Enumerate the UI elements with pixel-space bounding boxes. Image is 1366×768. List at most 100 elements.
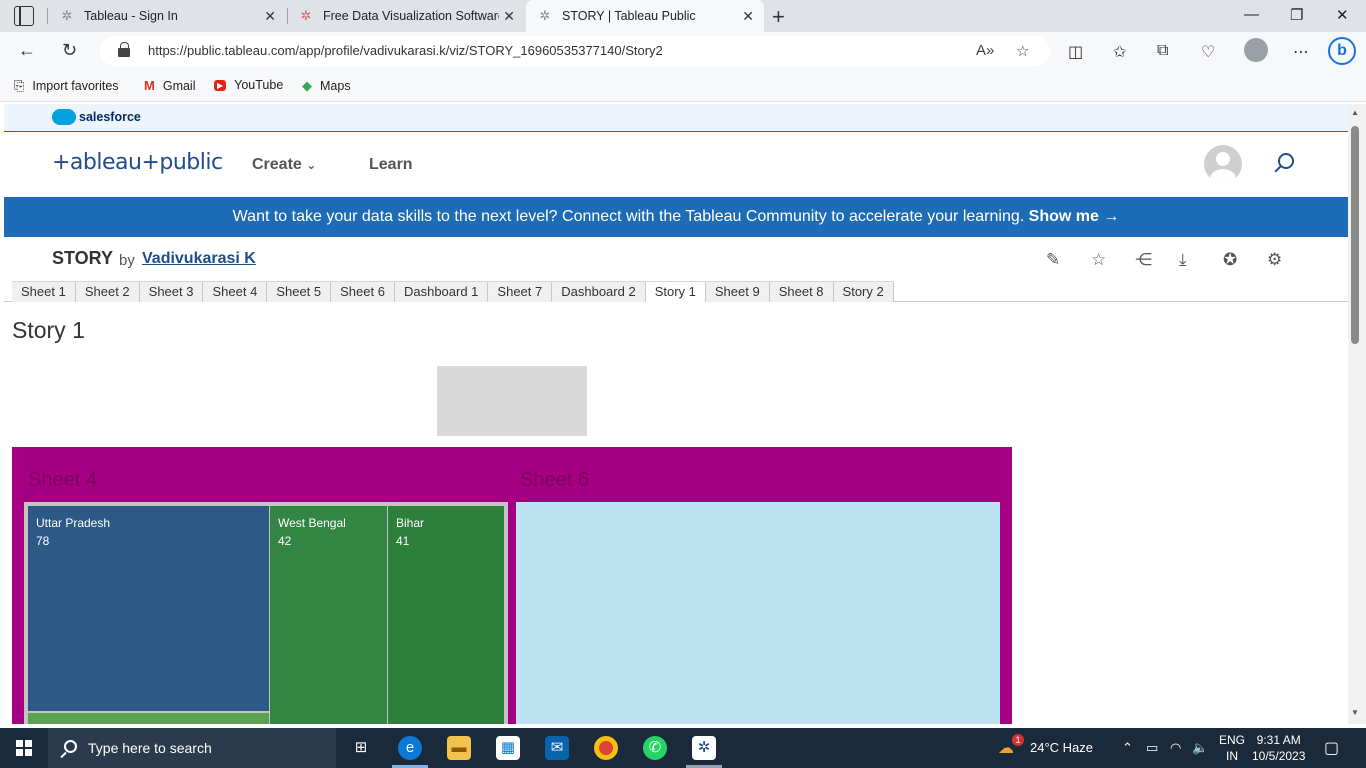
task-view-icon[interactable]: ⊞ [349, 736, 373, 760]
favorite-star-icon[interactable]: ☆ [1091, 250, 1106, 270]
clock-date: 10/5/2023 [1252, 749, 1306, 763]
author-link[interactable]: Vadivukarasi K [142, 250, 256, 268]
browser-tab-story-tableau-public[interactable]: ✲ STORY | Tableau Public ✕ [526, 0, 764, 32]
lock-icon[interactable] [118, 42, 130, 57]
scrollbar-thumb[interactable] [1351, 126, 1359, 344]
viz-of-the-day-icon[interactable]: ✪ [1223, 250, 1237, 270]
tableau-favicon-icon: ✲ [300, 8, 312, 23]
browser-tab-tableau-sign-in[interactable]: ✲ Tableau - Sign In ✕ [48, 0, 286, 32]
file-explorer-icon[interactable]: ▬ [447, 736, 471, 760]
tableau-app-icon[interactable]: ✲ [692, 736, 716, 760]
gmail-link[interactable]: M Gmail [144, 78, 196, 93]
tableau-public-logo[interactable]: +ableau+public [52, 150, 223, 175]
close-tab-icon[interactable]: ✕ [503, 8, 515, 25]
chrome-icon[interactable] [594, 736, 618, 760]
tab-sheet-2[interactable]: Sheet 2 [75, 282, 140, 302]
settings-gear-icon[interactable]: ⚙ [1267, 250, 1282, 270]
restore-button[interactable]: ❐ [1290, 6, 1303, 24]
tab-sheet-4[interactable]: Sheet 4 [203, 282, 268, 302]
tab-sheet-8[interactable]: Sheet 8 [769, 282, 834, 302]
mail-icon[interactable]: ✉ [545, 736, 569, 760]
minimize-button[interactable]: — [1244, 6, 1259, 23]
browser-tab-free-data-visualization[interactable]: ✲ Free Data Visualization Software ✕ [287, 0, 525, 32]
edge-app-icon[interactable]: e [398, 736, 422, 760]
battery-icon[interactable]: ▭ [1146, 740, 1158, 756]
tab-dashboard-2[interactable]: Dashboard 2 [552, 282, 646, 302]
refresh-button[interactable]: ↻ [62, 40, 77, 61]
close-tab-icon[interactable]: ✕ [264, 8, 276, 25]
share-icon[interactable]: ⋲ [1135, 250, 1152, 270]
more-menu-icon[interactable]: ⋯ [1293, 42, 1309, 62]
nav-learn[interactable]: Learn [369, 156, 413, 174]
scroll-up-icon[interactable]: ▲ [1351, 108, 1359, 117]
url-field[interactable]: https://public.tableau.com/app/profile/v… [100, 36, 1050, 66]
tab-sheet-9[interactable]: Sheet 9 [705, 282, 770, 302]
tab-title: Tableau - Sign In [84, 9, 178, 23]
notifications-icon[interactable]: ▢ [1324, 738, 1339, 758]
profile-avatar-icon[interactable] [1244, 38, 1268, 62]
tab-sheet-5[interactable]: Sheet 5 [267, 282, 332, 302]
new-tab-button[interactable]: + [772, 4, 785, 30]
cell-value: 42 [278, 534, 292, 548]
chevron-up-icon[interactable]: ⌃ [1122, 740, 1133, 756]
read-aloud-icon[interactable]: A» [976, 42, 994, 59]
weather-text[interactable]: 24°C Haze [1030, 740, 1093, 755]
story-title: Story 1 [12, 317, 85, 343]
sheet-6-view[interactable] [516, 502, 1000, 724]
clock[interactable]: 9:31 AM 10/5/2023 [1252, 732, 1305, 764]
favorites-icon[interactable]: ✩ [1113, 42, 1126, 62]
scroll-down-icon[interactable]: ▼ [1351, 708, 1359, 717]
tab-story-2[interactable]: Story 2 [833, 282, 894, 302]
sheet-tabs: Sheet 1 Sheet 2 Sheet 3 Sheet 4 Sheet 5 … [4, 281, 1348, 302]
cell-label: Bihar [396, 516, 425, 530]
tab-title: STORY | Tableau Public [562, 9, 696, 23]
bing-copilot-icon[interactable]: b [1328, 37, 1356, 65]
viz-title-bar: STORY by Vadivukarasi K ✎ ☆ ⋲ ⤓ ✪ ⚙ [4, 237, 1348, 281]
close-tab-icon[interactable]: ✕ [742, 8, 754, 25]
url-text[interactable]: https://public.tableau.com/app/profile/v… [148, 43, 663, 58]
favorite-star-icon[interactable]: ☆ [1016, 42, 1029, 60]
search-icon[interactable] [1278, 153, 1294, 169]
whatsapp-icon[interactable]: ✆ [643, 736, 667, 760]
sheet-6-title: Sheet 6 [520, 469, 589, 491]
treemap-cell-bihar[interactable]: Bihar 41 [388, 506, 504, 724]
cell-label: West Bengal [278, 516, 346, 530]
collections-icon[interactable]: ⧉ [1157, 42, 1168, 60]
tab-sheet-1[interactable]: Sheet 1 [12, 282, 76, 302]
story-dashboard: Sheet 4 Sheet 6 Uttar Pradesh 78 West Be… [12, 447, 1012, 724]
salesforce-cloud-icon[interactable] [52, 109, 76, 125]
tableau-public-header: +ableau+public Create ⌄ Learn [4, 133, 1348, 197]
language-indicator[interactable]: ENG IN [1219, 732, 1245, 764]
tab-actions-icon[interactable] [14, 6, 34, 26]
wifi-icon[interactable]: ◠ [1170, 740, 1181, 756]
tab-sheet-7[interactable]: Sheet 7 [488, 282, 553, 302]
salesforce-label[interactable]: salesforce [79, 110, 141, 124]
show-me-link[interactable]: Show me → [1029, 208, 1120, 225]
story-point-caption[interactable] [437, 366, 587, 436]
search-placeholder: Type here to search [88, 740, 212, 756]
tab-sheet-3[interactable]: Sheet 3 [139, 282, 204, 302]
treemap-cell-next[interactable] [28, 713, 269, 724]
tab-dashboard-1[interactable]: Dashboard 1 [394, 282, 489, 302]
user-avatar[interactable] [1204, 145, 1242, 183]
back-button[interactable]: ← [18, 40, 36, 61]
edit-copy-icon[interactable]: ✎ [1046, 250, 1060, 270]
split-screen-icon[interactable]: ◫ [1068, 42, 1083, 62]
page-scrollbar[interactable]: ▲ ▼ [1348, 104, 1366, 724]
tab-sheet-6[interactable]: Sheet 6 [331, 282, 395, 302]
treemap-cell-uttar-pradesh[interactable]: Uttar Pradesh 78 [28, 506, 269, 711]
maps-link[interactable]: ◆ Maps [302, 78, 351, 94]
download-icon[interactable]: ⤓ [1179, 250, 1187, 270]
browser-essentials-icon[interactable]: ♡ [1201, 42, 1215, 62]
volume-icon[interactable]: 🔈 [1192, 740, 1208, 756]
taskbar-search[interactable]: Type here to search [48, 728, 336, 768]
import-favorites-link[interactable]: ⎘ Import favorites [14, 78, 119, 94]
windows-start-icon[interactable] [16, 740, 32, 756]
treemap-cell-west-bengal[interactable]: West Bengal 42 [270, 506, 387, 724]
microsoft-store-icon[interactable]: ▦ [496, 736, 520, 760]
close-window-button[interactable]: ✕ [1336, 6, 1349, 24]
youtube-link[interactable]: ▶ YouTube [214, 78, 283, 92]
nav-create[interactable]: Create ⌄ [252, 156, 316, 174]
treemap-sheet-4[interactable]: Uttar Pradesh 78 West Bengal 42 Bihar 41 [24, 502, 508, 724]
tab-story-1[interactable]: Story 1 [645, 282, 706, 302]
